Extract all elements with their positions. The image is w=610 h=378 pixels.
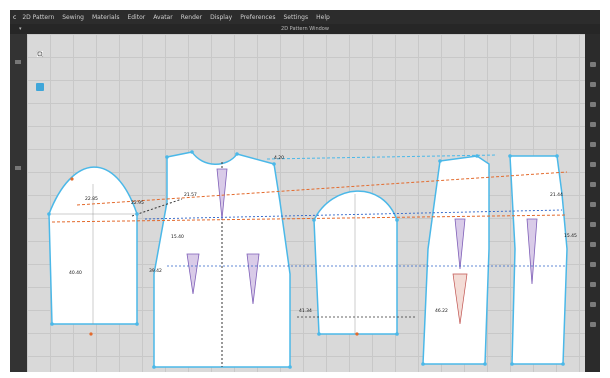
right-tool-icon-13[interactable] [590,302,596,307]
right-tool-icon-2[interactable] [590,82,596,87]
menu-item-display[interactable]: Display [206,14,236,21]
measure-sleeve-cap-left: 22.85 [85,197,98,202]
menu-item-preferences[interactable]: Preferences [236,14,279,21]
zoom-icon[interactable] [36,51,44,102]
app-window: c 2D Pattern Sewing Materials Editor Ava… [10,10,600,372]
right-toolbar [585,34,600,372]
menu-item-sewing[interactable]: Sewing [58,14,88,21]
right-tool-icon-6[interactable] [590,162,596,167]
measure-back-shoulder: 21.44 [550,193,563,198]
measure-sleeve-length: 40.40 [69,271,82,276]
guideline-upper-orange [76,171,568,206]
menu-item-settings[interactable]: Settings [280,14,313,21]
menu-item-2d-pattern[interactable]: 2D Pattern [18,14,58,21]
right-tool-icon-5[interactable] [590,142,596,147]
menu-bar: c 2D Pattern Sewing Materials Editor Ava… [10,10,600,24]
right-tool-icon-3[interactable] [590,102,596,107]
left-side-strip [10,34,27,372]
right-tool-icon-11[interactable] [590,262,596,267]
measure-front-armhole: 15.40 [171,235,184,240]
right-tool-icon-8[interactable] [590,202,596,207]
segment-tape-icon[interactable] [36,51,44,91]
edit-curvature-icon[interactable] [36,51,44,80]
measure-front-shoulder: 21.57 [184,193,197,198]
panel-handle-icon[interactable] [15,166,21,170]
pin-icon[interactable] [15,60,21,64]
right-tool-icon-7[interactable] [590,182,596,187]
window-title-bar: ▾ 2D Pattern Window [10,24,600,34]
measure-sleeve-cap-right: 22.95 [131,201,144,206]
menu-item-editor[interactable]: Editor [123,14,149,21]
app-logo: c [13,13,17,21]
right-tool-icon-12[interactable] [590,282,596,287]
right-tool-icon-1[interactable] [590,62,596,67]
pattern-drawing [47,150,568,369]
back-panel-right [509,155,568,365]
right-tool-icon-4[interactable] [590,122,596,127]
collapse-arrow-icon[interactable]: ▾ [19,24,22,34]
measure-sleeve-side: 39.42 [149,269,162,274]
menu-item-render[interactable]: Render [177,14,206,21]
edit-point-icon[interactable] [36,51,44,69]
menu-item-materials[interactable]: Materials [88,14,124,21]
sleeve-piece-middle [313,190,398,335]
right-tool-icon-9[interactable] [590,222,596,227]
measure-back-panel-length: 46.22 [435,309,448,314]
right-tool-icon-14[interactable] [590,322,596,327]
pattern-canvas[interactable]: 22.85 22.95 40.40 39.42 4.20 21.57 15.40… [27,34,585,372]
measure-front-side: 41.34 [299,309,312,314]
tool-palette [36,50,44,105]
measure-front-neck: 4.20 [274,156,285,161]
back-panel-left [422,155,490,365]
measure-back-armhole: 15.45 [564,234,577,239]
menu-item-help[interactable]: Help [312,14,334,21]
window-title: 2D Pattern Window [281,26,329,32]
right-tool-icon-10[interactable] [590,242,596,247]
menu-item-avatar[interactable]: Avatar [149,14,176,21]
